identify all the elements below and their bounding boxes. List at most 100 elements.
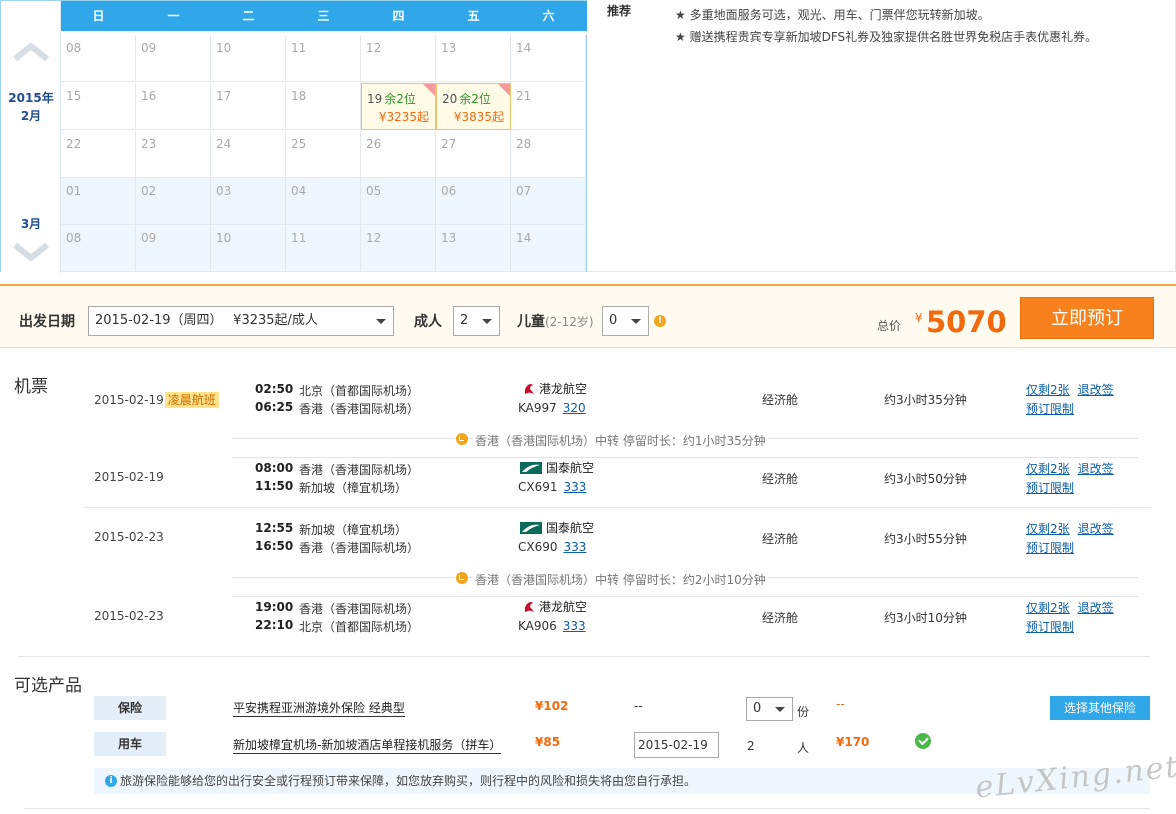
- aircraft-type-link[interactable]: 320: [563, 401, 586, 415]
- calendar-day-available[interactable]: 20 余2位 ¥3835起: [436, 83, 511, 130]
- car-name-link[interactable]: 新加坡樟宜机场-新加坡酒店单程接机服务（拼车）: [233, 736, 502, 754]
- insurance-name-link[interactable]: 平安携程亚洲游境外保险 经典型: [233, 699, 405, 717]
- calendar-day-number: 08: [66, 41, 82, 55]
- calendar-day-cell: 10: [211, 35, 286, 82]
- calendar-day-number: 28: [516, 137, 532, 151]
- recommend-title: 推荐: [607, 4, 632, 18]
- flight-date-text: 2015-02-19: [94, 470, 164, 484]
- calendar-day-number: 11: [291, 231, 307, 245]
- calendar-day-number: 17: [216, 89, 232, 103]
- day-price: ¥3235起: [378, 110, 429, 124]
- flight-number-text: KA997: [518, 401, 557, 415]
- calendar-day-cell: 14: [511, 225, 586, 272]
- arrival-airport: 新加坡（樟宜机场）: [299, 481, 408, 495]
- seats-remaining-link[interactable]: 仅剩2张: [1026, 601, 1070, 615]
- calendar-day-number: 10: [216, 41, 232, 55]
- calendar-day-cell: 14: [511, 35, 586, 82]
- departure-calendar: 2015年 2月 3月 日 一 二 三 四 五 六 08 09 10 11 12 13 14 1…: [0, 0, 587, 273]
- arrival-time: 16:50: [255, 539, 294, 553]
- calendar-day-number: 05: [366, 184, 382, 198]
- calendar-month-column: 2015年 2月 3月: [1, 1, 61, 273]
- calendar-day-cell: 27: [436, 131, 511, 178]
- seats-remaining-link[interactable]: 仅剩2张: [1026, 383, 1070, 397]
- transfer-clock-icon: [456, 572, 468, 584]
- chevron-up-icon[interactable]: [13, 43, 49, 61]
- car-price: ¥85: [535, 735, 561, 749]
- insurance-subtotal: --: [836, 697, 845, 711]
- car-qty: 2: [747, 739, 755, 753]
- check-icon[interactable]: [915, 733, 931, 749]
- weekday-header: 日 一 二 三 四 五 六: [61, 1, 587, 35]
- calendar-day-cell: 26: [361, 131, 436, 178]
- calendar-day-available[interactable]: 19 余2位 ¥3235起: [361, 83, 436, 130]
- calendar-day-cell: 08: [61, 35, 136, 82]
- calendar-day-number: 14: [516, 41, 532, 55]
- refund-change-link[interactable]: 退改签: [1078, 462, 1114, 476]
- date-label: 出发日期: [19, 314, 75, 330]
- departure-time: 02:50: [255, 382, 294, 396]
- refund-change-link[interactable]: 退改签: [1078, 601, 1114, 615]
- calendar-day-cell: 11: [286, 225, 361, 272]
- calendar-day-number: 02: [141, 184, 157, 198]
- chevron-down-icon[interactable]: [13, 243, 49, 261]
- flight-number: CX690 333: [518, 540, 586, 554]
- seats-remaining-link[interactable]: 仅剩2张: [1026, 462, 1070, 476]
- aircraft-type-link[interactable]: 333: [563, 619, 586, 633]
- child-select[interactable]: 0: [602, 306, 649, 336]
- other-insurance-button[interactable]: 选择其他保险: [1050, 696, 1150, 720]
- calendar-day-number: 11: [291, 41, 307, 55]
- car-date-input[interactable]: 2015-02-19: [634, 732, 719, 758]
- flight-duration: 约3小时50分钟: [884, 472, 967, 486]
- refund-change-link[interactable]: 退改签: [1078, 383, 1114, 397]
- adult-select[interactable]: 2: [453, 306, 500, 336]
- total-currency: ¥: [915, 311, 923, 325]
- flight-date: 2015-02-19: [94, 470, 164, 484]
- info-warning-icon[interactable]: !: [654, 315, 666, 327]
- car-label: 用车: [94, 732, 166, 756]
- dragonair-logo-icon: [524, 602, 534, 612]
- booking-restriction-link[interactable]: 预订限制: [1026, 618, 1074, 635]
- calendar-day-number: 07: [516, 184, 532, 198]
- calendar-day-number: 25: [291, 137, 307, 151]
- flight-date: 2015-02-23: [94, 530, 164, 544]
- calendar-day-cell: 12: [361, 225, 436, 272]
- divider: [24, 808, 1150, 809]
- adult-label: 成人: [414, 314, 442, 330]
- arrival-airport: 香港（香港国际机场）: [299, 402, 420, 416]
- refund-change-link[interactable]: 退改签: [1078, 522, 1114, 536]
- calendar-day-cell: 02: [136, 178, 211, 225]
- date-select[interactable]: 2015-02-19（周四） ¥3235起/成人: [88, 306, 394, 336]
- ticket-links: 仅剩2张 退改签: [1026, 599, 1122, 616]
- calendar-day-cell: 01: [61, 178, 136, 225]
- calendar-day-number: 12: [366, 231, 382, 245]
- watermark-logo: eLvXing.net: [973, 749, 1176, 806]
- book-now-button[interactable]: 立即预订: [1020, 297, 1154, 339]
- total-label: 总价: [877, 319, 902, 333]
- flight-duration: 约3小时10分钟: [884, 611, 967, 625]
- aircraft-type-link[interactable]: 333: [564, 540, 587, 554]
- calendar-day-number: 15: [66, 89, 82, 103]
- seats-remaining-link[interactable]: 仅剩2张: [1026, 522, 1070, 536]
- insurance-label: 保险: [94, 696, 166, 720]
- arrival-airport: 香港（香港国际机场）: [299, 541, 420, 555]
- flight-date: 2015-02-19 凌晨航班: [94, 391, 219, 408]
- order-bar: 出发日期 2015-02-19（周四） ¥3235起/成人 成人 2 儿童(2-…: [0, 284, 1176, 348]
- booking-restriction-link[interactable]: 预订限制: [1026, 539, 1074, 556]
- calendar-day-number: 03: [216, 184, 232, 198]
- recommend-line: ★ 赠送携程贵宾专享新加坡DFS礼券及独家提供名胜世界免税店手表优惠礼券。: [675, 30, 1098, 44]
- flight-number-text: CX691: [518, 480, 558, 494]
- insurance-qty-select[interactable]: 0: [746, 697, 793, 721]
- divider: [232, 596, 1138, 597]
- insurance-dash: --: [634, 699, 643, 713]
- calendar-day-cell: 13: [436, 35, 511, 82]
- calendar-day-cell: 24: [211, 131, 286, 178]
- booking-restriction-link[interactable]: 预订限制: [1026, 479, 1074, 496]
- aircraft-type-link[interactable]: 333: [564, 480, 587, 494]
- cabin-class: 经济舱: [762, 532, 799, 546]
- special-corner-icon: [498, 84, 510, 96]
- flight-number: CX691 333: [518, 480, 586, 494]
- transfer-clock-icon: [456, 433, 468, 445]
- cathay-logo-icon: [520, 462, 542, 474]
- calendar-day-cell: 18: [286, 83, 361, 130]
- booking-restriction-link[interactable]: 预订限制: [1026, 400, 1074, 417]
